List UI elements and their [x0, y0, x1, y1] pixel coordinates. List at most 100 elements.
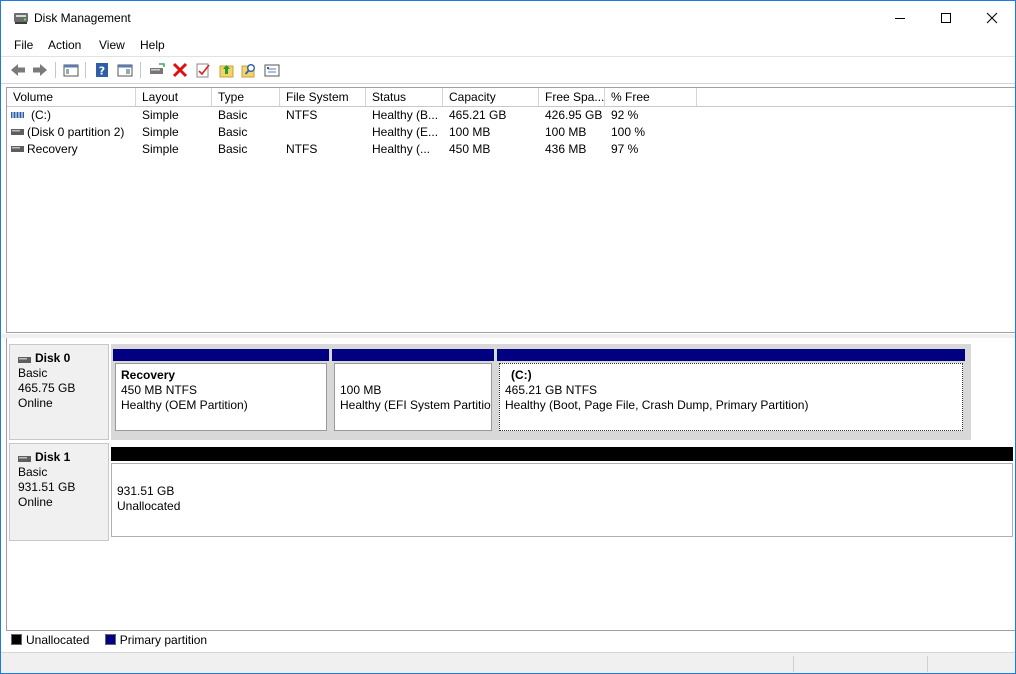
svg-text:?: ?	[99, 65, 105, 78]
partition-status: Healthy (EFI System Partition)	[340, 398, 492, 412]
help-icon[interactable]: ?	[93, 61, 111, 79]
disk-state: Online	[18, 396, 53, 410]
properties-pane-icon[interactable]	[263, 61, 281, 79]
disk-size: 465.75 GB	[18, 381, 76, 395]
primary-partition-swatch	[104, 634, 116, 645]
maximize-icon	[941, 13, 951, 23]
column-file-system[interactable]: File System	[280, 88, 366, 106]
up-folder-icon[interactable]	[218, 61, 236, 79]
connect-disk-icon[interactable]	[148, 61, 166, 79]
partition-size: 465.21 GB NTFS	[505, 383, 598, 397]
disk-1-label[interactable]: Disk 1 Basic 931.51 GB Online	[9, 443, 109, 541]
disk-0-partitions: Recovery 450 MB NTFS Healthy (OEM Partit…	[111, 344, 971, 440]
volume-capacity: 100 MB	[449, 125, 491, 139]
column-type[interactable]: Type	[212, 88, 280, 106]
partition-efi[interactable]: 100 MB Healthy (EFI System Partition)	[332, 349, 494, 433]
disk-state: Online	[18, 495, 53, 509]
volume-type: Basic	[218, 142, 248, 156]
volume-file-system: NTFS	[286, 108, 318, 122]
title-bar[interactable]: Disk Management	[1, 1, 1015, 34]
volume-icon	[11, 129, 24, 135]
volume-percent-free: 100 %	[611, 125, 646, 139]
volume-icon	[11, 146, 24, 152]
forward-arrow-icon[interactable]	[31, 61, 49, 79]
partition-recovery[interactable]: Recovery 450 MB NTFS Healthy (OEM Partit…	[113, 349, 329, 433]
maximize-button[interactable]	[923, 1, 969, 34]
volume-free-space: 426.95 GB	[545, 108, 603, 122]
menu-action[interactable]: Action	[48, 38, 81, 52]
volume-file-system: NTFS	[286, 142, 318, 156]
volume-layout: Simple	[142, 108, 179, 122]
menu-bar: File Action View Help	[1, 34, 1015, 56]
volume-capacity: 465.21 GB	[449, 108, 507, 122]
volume-status: Healthy (B...	[372, 108, 439, 122]
volume-layout: Simple	[142, 125, 179, 139]
search-icon[interactable]	[240, 61, 258, 79]
status-bar	[1, 652, 1015, 673]
volume-name: Recovery	[27, 142, 78, 156]
console-tree-icon[interactable]	[62, 61, 80, 79]
legend-primary-partition: Primary partition	[119, 633, 208, 647]
volume-layout: Simple	[142, 142, 179, 156]
partition-label: (C:)	[511, 368, 532, 382]
partition-bar	[332, 349, 494, 361]
volume-list-header: Volume Layout Type File System Status Ca…	[7, 88, 1015, 107]
volume-name: (C:)	[31, 108, 51, 122]
minimize-button[interactable]	[877, 1, 923, 34]
disk-1-partitions: 931.51 GB Unallocated	[111, 443, 1013, 537]
column-volume[interactable]: Volume	[7, 88, 136, 106]
partition-size: 450 MB NTFS	[121, 383, 198, 397]
volume-file-system	[280, 124, 366, 141]
column-status[interactable]: Status	[366, 88, 443, 106]
partition-size: 100 MB	[340, 383, 382, 397]
volume-status: Healthy (...	[372, 142, 431, 156]
partition-c-drive[interactable]: (C:) 465.21 GB NTFS Healthy (Boot, Page …	[497, 349, 965, 433]
window-title: Disk Management	[34, 11, 131, 25]
disk-name: Disk 1	[35, 450, 71, 464]
volume-percent-free: 92 %	[611, 108, 639, 122]
legend: Unallocated Primary partition	[11, 632, 207, 648]
disk-icon	[18, 456, 31, 462]
volume-row[interactable]: (C:) Simple Basic NTFS Healthy (B... 465…	[7, 107, 1015, 124]
partition-status: Unallocated	[117, 499, 181, 513]
volume-free-space: 100 MB	[545, 125, 587, 139]
legend-unallocated: Unallocated	[26, 633, 90, 647]
disk-kind: Basic	[18, 366, 48, 380]
disk-size: 931.51 GB	[18, 480, 76, 494]
menu-help[interactable]: Help	[140, 38, 165, 52]
partition-unallocated[interactable]: 931.51 GB Unallocated	[111, 447, 1013, 537]
delete-icon[interactable]	[171, 61, 189, 79]
close-icon	[986, 12, 998, 24]
disk-management-icon	[13, 10, 29, 26]
volume-row[interactable]: Recovery Simple Basic NTFS Healthy (... …	[7, 141, 1015, 158]
volume-type: Basic	[218, 125, 248, 139]
column-capacity[interactable]: Capacity	[443, 88, 539, 106]
column-layout[interactable]: Layout	[136, 88, 212, 106]
disk-icon	[18, 357, 31, 363]
volume-capacity: 450 MB	[449, 142, 491, 156]
volume-row[interactable]: (Disk 0 partition 2) Simple Basic Health…	[7, 124, 1015, 141]
toolbar: ?	[1, 56, 1015, 84]
column-free-space[interactable]: Free Spa...	[539, 88, 605, 106]
disk-0-label[interactable]: Disk 0 Basic 465.75 GB Online	[9, 344, 109, 440]
column-percent-free[interactable]: % Free	[605, 88, 697, 106]
minimize-icon	[895, 18, 905, 19]
menu-file[interactable]: File	[14, 38, 33, 52]
checklist-icon[interactable]	[194, 61, 212, 79]
menu-view[interactable]: View	[99, 38, 125, 52]
volume-free-space: 436 MB	[545, 142, 587, 156]
partition-size: 931.51 GB	[117, 484, 175, 498]
volume-type: Basic	[218, 108, 248, 122]
disk-management-window: Disk Management File Action View Help ?	[0, 0, 1016, 674]
unallocated-swatch	[11, 634, 22, 645]
volume-percent-free: 97 %	[611, 142, 639, 156]
volume-name: (Disk 0 partition 2)	[27, 125, 125, 139]
volume-list: Volume Layout Type File System Status Ca…	[6, 87, 1015, 333]
disk-kind: Basic	[18, 465, 48, 479]
close-button[interactable]	[969, 1, 1015, 34]
back-arrow-icon[interactable]	[9, 61, 27, 79]
properties-icon[interactable]	[116, 61, 134, 79]
partition-bar	[111, 447, 1013, 461]
partition-label: Recovery	[121, 368, 176, 382]
partition-status: Healthy (Boot, Page File, Crash Dump, Pr…	[505, 398, 809, 412]
